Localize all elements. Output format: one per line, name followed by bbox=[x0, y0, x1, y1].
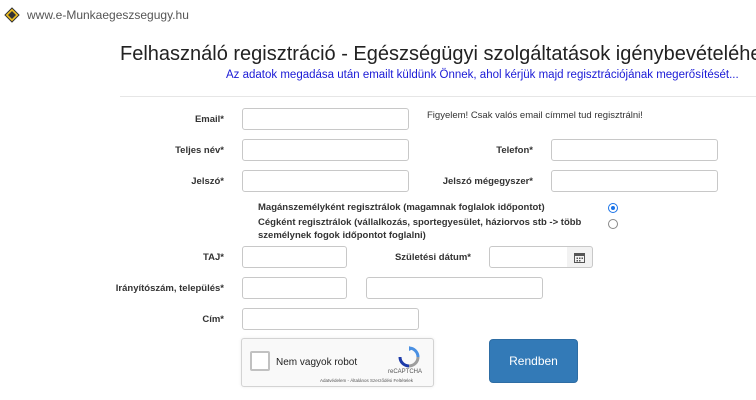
email-input[interactable] bbox=[242, 108, 409, 130]
birthdate-input[interactable] bbox=[489, 246, 568, 268]
page-subtitle: Az adatok megadása után emailt küldünk Ö… bbox=[226, 69, 739, 81]
recaptcha-checkbox[interactable] bbox=[250, 351, 270, 371]
top-bar: www.e-Munkaegeszsegugy.hu bbox=[0, 0, 756, 30]
recaptcha-label: Nem vagyok robot bbox=[276, 357, 358, 368]
password-input[interactable] bbox=[242, 170, 409, 192]
calendar-icon bbox=[574, 252, 585, 263]
email-label: Email* bbox=[194, 114, 224, 125]
page-title: Felhasználó regisztráció - Egészségügyi … bbox=[120, 43, 756, 65]
radio-company-label: Cégként regisztrálok (vállalkozás, sport… bbox=[258, 217, 582, 241]
radio-private-label: Magánszemélyként regisztrálok (magamnak … bbox=[258, 202, 545, 213]
fullname-input[interactable] bbox=[242, 139, 409, 161]
phone-label: Telefon* bbox=[496, 145, 533, 156]
fullname-label: Teljes név* bbox=[175, 145, 224, 156]
divider bbox=[120, 96, 756, 97]
taj-label: TAJ* bbox=[203, 252, 224, 263]
zip-input[interactable] bbox=[242, 277, 347, 299]
radio-private[interactable] bbox=[608, 203, 618, 213]
site-url[interactable]: www.e-Munkaegeszsegugy.hu bbox=[27, 8, 189, 22]
address-label: Cím* bbox=[202, 314, 224, 325]
password-label: Jelszó* bbox=[191, 176, 224, 187]
email-note: Figyelem! Csak valós email címmel tud re… bbox=[427, 110, 643, 121]
taj-input[interactable] bbox=[242, 246, 347, 268]
recaptcha-widget: Nem vagyok robot reCAPTCHA Adatvédelem -… bbox=[241, 338, 434, 387]
diamond-logo-icon[interactable] bbox=[4, 7, 20, 23]
phone-input[interactable] bbox=[551, 139, 718, 161]
password-confirm-input[interactable] bbox=[551, 170, 718, 192]
zip-city-label: Irányítószám, település* bbox=[115, 283, 224, 294]
calendar-button[interactable] bbox=[567, 246, 593, 268]
submit-button[interactable]: Rendben bbox=[489, 339, 578, 383]
address-input[interactable] bbox=[242, 308, 419, 330]
password-confirm-label: Jelszó mégegyszer* bbox=[442, 176, 533, 187]
recaptcha-brand: reCAPTCHA bbox=[388, 369, 423, 375]
city-input[interactable] bbox=[366, 277, 543, 299]
recaptcha-logo-icon bbox=[398, 346, 420, 368]
birthdate-label: Születési dátum* bbox=[394, 252, 471, 263]
recaptcha-legal[interactable]: Adatvédelem - Általános Szerződési Felté… bbox=[320, 378, 413, 383]
radio-company[interactable] bbox=[608, 219, 618, 229]
